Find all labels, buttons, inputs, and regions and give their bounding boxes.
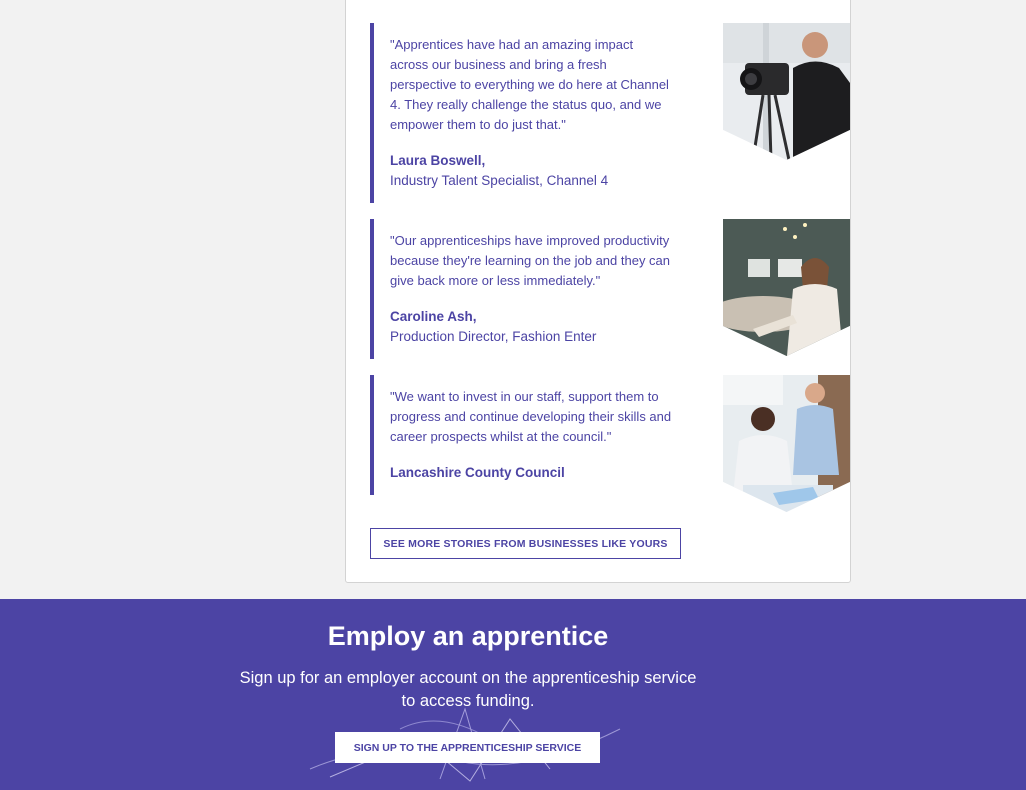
employ-apprentice-banner: Employ an apprentice Sign up for an empl…: [0, 599, 1026, 790]
story-quote: "Our apprenticeships have improved produ…: [390, 233, 671, 288]
story-name: Lancashire County Council: [390, 465, 565, 480]
story-photo-camera-operator: [723, 23, 850, 160]
cta-text: Sign up for an employer account on the a…: [239, 669, 697, 710]
story-quote: "We want to invest in our staff, support…: [390, 389, 672, 444]
story-item: "We want to invest in our staff, support…: [370, 375, 850, 512]
story-role: Production Director, Fashion Enter: [390, 329, 597, 344]
see-more-stories-button[interactable]: SEE MORE STORIES FROM BUSINESSES LIKE YO…: [370, 528, 681, 559]
story-name: Caroline Ash,: [390, 309, 477, 324]
stories-card: "Apprentices have had an amazing impact …: [345, 0, 851, 583]
story-name: Laura Boswell,: [390, 153, 486, 168]
story-quote: "Apprentices have had an amazing impact …: [390, 37, 669, 132]
story-photo-colleagues: [723, 375, 850, 512]
quote-bar: [370, 219, 374, 359]
story-item: "Apprentices have had an amazing impact …: [370, 23, 850, 203]
cta-title: Employ an apprentice: [327, 621, 609, 651]
quote-bar: [370, 375, 374, 495]
story-photo-office-meeting: [723, 219, 850, 356]
sign-up-button[interactable]: SIGN UP TO THE APPRENTICESHIP SERVICE: [335, 732, 600, 763]
quote-bar: [370, 23, 374, 203]
story-item: "Our apprenticeships have improved produ…: [370, 219, 850, 359]
story-role: Industry Talent Specialist, Channel 4: [390, 173, 609, 188]
